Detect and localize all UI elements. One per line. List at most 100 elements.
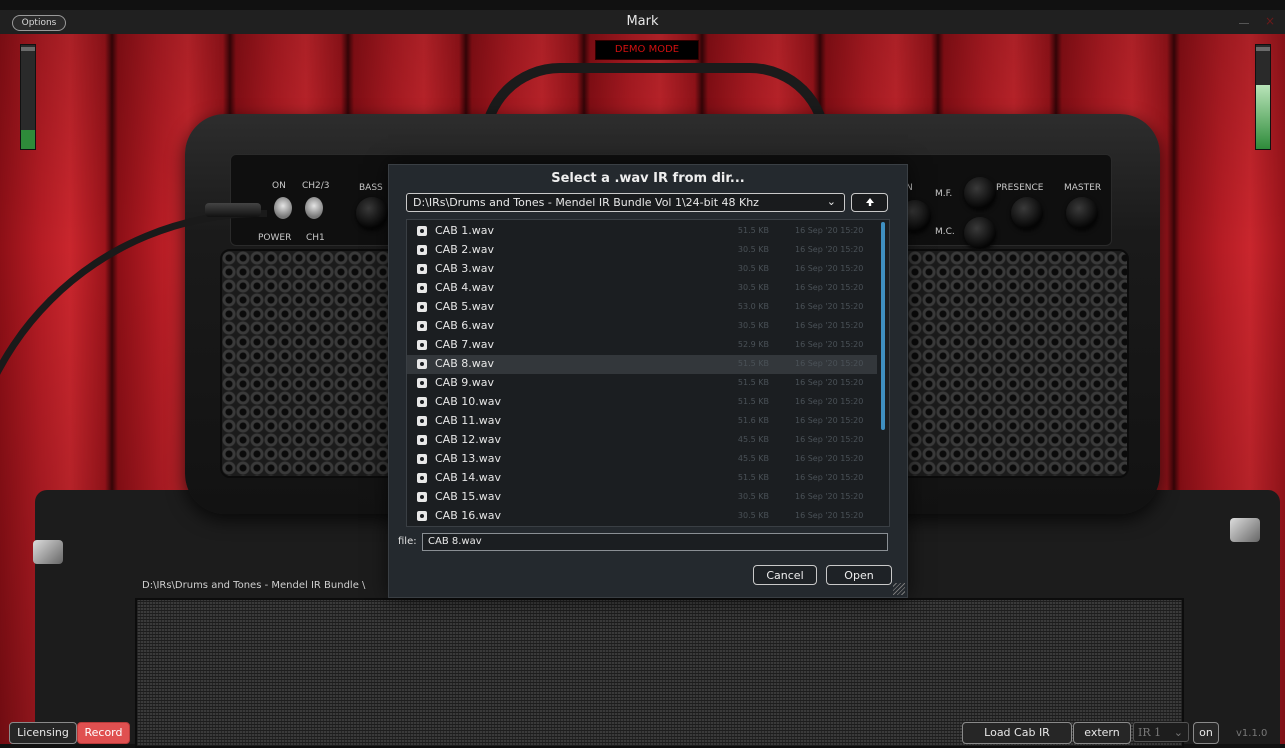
file-date: 16 Sep '20 15:20 [795,511,864,520]
cable-plug [205,203,261,217]
record-button[interactable]: Record [77,722,130,744]
file-row[interactable]: CAB 10.wav 51.5 KB 16 Sep '20 15:20 [407,393,877,412]
file-name: CAB 14.wav [435,471,501,484]
file-list[interactable]: CAB 16.wav 30.5 KB 16 Sep '20 15:20 CAB 15.… [406,219,890,527]
ch1-label: CH1 [306,233,325,243]
file-size: 53.0 KB [737,302,769,311]
audio-file-icon [417,302,427,312]
mf-knob[interactable] [964,177,996,209]
master-knob[interactable] [1066,197,1098,229]
file-row[interactable]: CAB 4.wav 30.5 KB 16 Sep '20 15:20 [407,279,877,298]
file-row[interactable]: CAB 16.wav 30.5 KB 16 Sep '20 15:20 [407,507,877,526]
window-title: Mark [626,14,659,29]
file-row[interactable]: CAB 12.wav 45.5 KB 16 Sep '20 15:20 [407,431,877,450]
file-size: 52.9 KB [737,340,769,349]
mc-label: M.C. [935,227,955,237]
file-date: 16 Sep '20 15:20 [795,359,864,368]
file-date: 16 Sep '20 15:20 [795,321,864,330]
cancel-button[interactable]: Cancel [753,565,817,585]
ir-select-value: IR 1 [1138,726,1162,739]
mc-knob[interactable] [964,217,996,249]
file-row[interactable]: CAB 13.wav 45.5 KB 16 Sep '20 15:20 [407,450,877,469]
file-label: file: [398,536,417,547]
file-name: CAB 9.wav [435,376,494,389]
file-name: CAB 8.wav [435,357,494,370]
audio-file-icon [417,264,427,274]
channel-label: CH2/3 [302,181,330,191]
file-row[interactable]: CAB 6.wav 30.5 KB 16 Sep '20 15:20 [407,317,877,336]
file-list-scrollbar[interactable] [881,222,885,430]
meter-cap [21,47,35,51]
file-row[interactable]: CAB 11.wav 51.6 KB 16 Sep '20 15:20 [407,412,877,431]
presence-knob[interactable] [1011,197,1043,229]
file-row[interactable]: CAB 1.wav 51.5 KB 16 Sep '20 15:20 [407,222,877,241]
file-date: 16 Sep '20 15:20 [795,416,864,425]
audio-file-icon [417,226,427,236]
parent-directory-button[interactable] [851,193,888,212]
file-date: 16 Sep '20 15:20 [795,378,864,387]
file-date: 16 Sep '20 15:20 [795,340,864,349]
resize-grip-icon[interactable] [893,583,905,595]
bass-knob[interactable] [356,197,388,229]
extern-button[interactable]: extern [1073,722,1131,744]
audio-file-icon [417,359,427,369]
up-arrow-icon [865,198,874,206]
version-label: v1.1.0 [1236,728,1268,739]
audio-file-icon [417,283,427,293]
meter-cap [1256,47,1270,51]
minimize-icon[interactable] [1239,23,1249,24]
audio-file-icon [417,511,427,521]
file-size: 45.5 KB [737,435,769,444]
audio-file-icon [417,340,427,350]
file-date: 16 Sep '20 15:20 [795,454,864,463]
power-toggle[interactable] [274,197,292,219]
ir-on-toggle[interactable]: on [1193,722,1219,744]
bass-label: BASS [359,183,383,193]
directory-select[interactable]: D:\IRs\Drums and Tones - Mendel IR Bundl… [406,193,845,212]
audio-file-icon [417,492,427,502]
mf-label: M.F. [935,189,953,199]
file-date: 16 Sep '20 15:20 [795,283,864,292]
demo-mode-badge: DEMO MODE [595,40,699,60]
ir-select[interactable]: IR 1 ⌄ [1133,722,1189,742]
file-size: 51.6 KB [737,416,769,425]
file-row[interactable]: CAB 7.wav 52.9 KB 16 Sep '20 15:20 [407,336,877,355]
load-cab-ir-button[interactable]: Load Cab IR [962,722,1072,744]
file-row[interactable]: CAB 5.wav 53.0 KB 16 Sep '20 15:20 [407,298,877,317]
meter-fill [21,130,35,149]
audio-file-icon [417,473,427,483]
audio-file-icon [417,378,427,388]
file-name: CAB 10.wav [435,395,501,408]
file-name: CAB 13.wav [435,452,501,465]
output-level-meter [1255,44,1271,150]
input-level-meter [20,44,36,150]
file-row[interactable]: CAB 15.wav 30.5 KB 16 Sep '20 15:20 [407,488,877,507]
file-size: 30.5 KB [737,264,769,273]
on-label: ON [272,181,286,191]
close-icon[interactable]: × [1265,14,1275,28]
file-name: CAB 15.wav [435,490,501,503]
audio-file-icon [417,397,427,407]
file-row[interactable]: CAB 9.wav 51.5 KB 16 Sep '20 15:20 [407,374,877,393]
file-name: CAB 3.wav [435,262,494,275]
file-size: 51.5 KB [737,359,769,368]
master-label: MASTER [1064,183,1102,193]
open-button[interactable]: Open [826,565,892,585]
file-size: 30.5 KB [737,321,769,330]
file-date: 16 Sep '20 15:20 [795,397,864,406]
file-name-input[interactable]: CAB 8.wav [422,533,888,551]
file-row[interactable]: CAB 2.wav 30.5 KB 16 Sep '20 15:20 [407,241,877,260]
licensing-button[interactable]: Licensing [9,722,77,744]
file-date: 16 Sep '20 15:20 [795,492,864,501]
file-dialog: Select a .wav IR from dir... D:\IRs\Drum… [388,164,908,598]
file-row[interactable]: CAB 14.wav 51.5 KB 16 Sep '20 15:20 [407,469,877,488]
file-size: 51.5 KB [737,473,769,482]
file-row[interactable]: CAB 8.wav 51.5 KB 16 Sep '20 15:20 [407,355,877,374]
channel-toggle[interactable] [305,197,323,219]
file-row[interactable]: CAB 3.wav 30.5 KB 16 Sep '20 15:20 [407,260,877,279]
chevron-down-icon: ⌄ [1173,726,1183,739]
directory-path: D:\IRs\Drums and Tones - Mendel IR Bundl… [413,196,759,209]
file-name: CAB 6.wav [435,319,494,332]
file-size: 30.5 KB [737,283,769,292]
cabinet-corner [1230,518,1260,542]
